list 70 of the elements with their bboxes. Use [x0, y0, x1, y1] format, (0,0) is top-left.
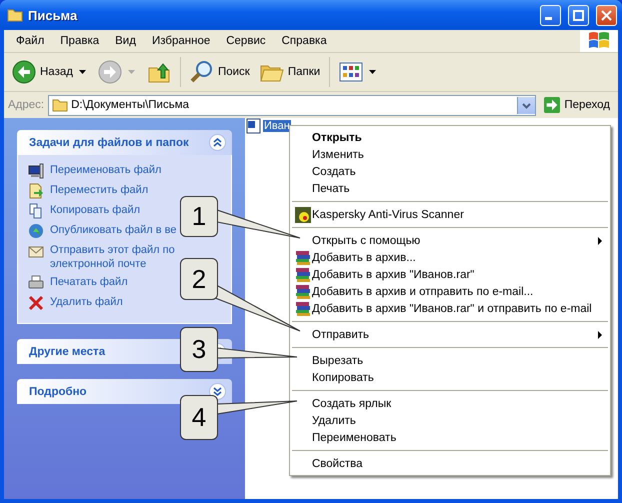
back-button[interactable]: Назад [8, 58, 77, 86]
caret-icon[interactable] [78, 70, 86, 74]
task-link[interactable]: Переместить файл [50, 183, 148, 197]
windows-flag-icon [588, 31, 610, 51]
context-menu-item[interactable]: Kaspersky Anti-Virus Scanner [312, 208, 464, 220]
context-menu-item[interactable]: Добавить в архив и отправить по e-mail... [312, 286, 534, 298]
go-arrow-icon [544, 97, 560, 113]
context-menu-item[interactable]: Создать ярлык [312, 398, 392, 410]
context-menu-item[interactable]: Копировать [312, 372, 374, 384]
callout-tooltip: 4 [180, 395, 218, 440]
close-button[interactable] [596, 4, 617, 26]
menu-item[interactable]: Вид [107, 35, 144, 47]
callout-tooltip: 2 [180, 258, 218, 300]
caret-icon[interactable] [369, 70, 376, 74]
archive-books-icon [295, 284, 311, 300]
panel-header[interactable]: Подробно [17, 379, 232, 404]
menu-item[interactable]: Правка [52, 35, 108, 47]
monitor-icon [28, 163, 44, 179]
maximize-icon [573, 10, 584, 20]
context-menu-item[interactable]: Переименовать [312, 432, 396, 444]
context-menu-item[interactable]: Удалить [312, 414, 356, 426]
context-menu-item[interactable]: Изменить [312, 148, 364, 160]
context-menu-item[interactable]: Добавить в архив "Иванов.rar" и отправить по e-mail [312, 302, 592, 314]
address-field[interactable]: D:\Документы\Письма [48, 94, 536, 116]
address-label: Адрес: [8, 99, 44, 111]
context-menu-item[interactable]: Печать [312, 182, 350, 194]
menu-item[interactable]: Файл [8, 35, 52, 47]
menu-item[interactable]: Справка [274, 35, 335, 47]
context-menu-item[interactable]: Открыть с помощью [312, 234, 420, 246]
context-menu-item[interactable]: Открыть [312, 132, 362, 144]
context-menu-item[interactable]: Создать [312, 166, 356, 178]
submenu-arrow-icon [598, 236, 602, 244]
folder-icon [52, 97, 68, 113]
window-title: Письма [28, 8, 78, 22]
task-link[interactable]: Печатать файл [50, 275, 128, 289]
printer-icon [28, 275, 44, 291]
folder-icon [7, 7, 23, 23]
task-link[interactable]: Переименовать файл [50, 163, 162, 177]
panel-header[interactable]: Задачи для файлов и папок [17, 130, 232, 155]
task-link[interactable]: Копировать файл [50, 203, 140, 217]
copy-file-icon [28, 203, 44, 219]
context-menu-item[interactable]: Вырезать [312, 354, 364, 366]
context-menu-item[interactable]: Добавить в архив... [312, 252, 416, 264]
search-icon [190, 60, 214, 84]
callout-tooltip: 1 [180, 196, 218, 237]
menu-item[interactable]: Сервис [218, 35, 274, 47]
menu-item[interactable]: Избранное [144, 35, 218, 47]
move-file-icon [28, 183, 44, 199]
close-icon [601, 10, 612, 20]
minimize-icon [545, 17, 552, 20]
context-menu-item[interactable]: Добавить в архив "Иванов.rar" [312, 268, 474, 280]
collapse-chevron-icon[interactable] [209, 134, 226, 151]
context-menu-item[interactable]: Свойства [312, 458, 362, 470]
folders-button[interactable]: Папки [256, 58, 324, 86]
file-name[interactable]: Иван [263, 120, 291, 132]
task-link[interactable]: Удалить файл [50, 295, 123, 309]
submenu-arrow-icon [598, 330, 602, 338]
search-button[interactable]: Поиск [186, 58, 254, 86]
archive-books-icon [295, 300, 311, 316]
archive-books-icon [295, 266, 311, 282]
minimize-button[interactable] [540, 4, 561, 26]
delete-icon [28, 295, 44, 311]
task-link[interactable]: Опубликовать файл в ве [50, 223, 177, 237]
archive-books-icon [295, 250, 311, 266]
views-icon [339, 60, 364, 84]
context-menu-item[interactable]: Отправить [312, 328, 370, 340]
callout-tooltip: 3 [180, 327, 218, 372]
globe-icon [28, 223, 44, 239]
maximize-button[interactable] [568, 4, 589, 26]
go-button[interactable]: Переход [540, 97, 614, 113]
